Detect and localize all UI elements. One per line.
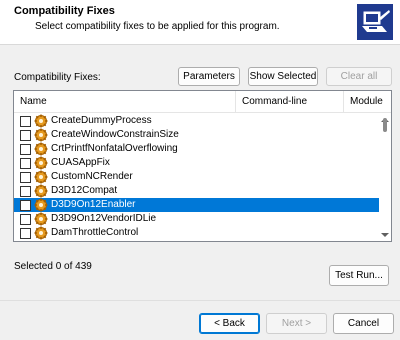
list-row[interactable]: D3D12Compat bbox=[14, 184, 379, 198]
row-name: CreateWindowConstrainSize bbox=[51, 129, 179, 140]
row-name: DamThrottleControl bbox=[51, 227, 139, 238]
list-header: Name Command-line Module bbox=[14, 91, 391, 113]
row-name: D3D9On12Enabler bbox=[51, 199, 136, 210]
compatibility-fixes-label: Compatibility Fixes: bbox=[14, 72, 101, 83]
compat-fix-gear-icon bbox=[34, 156, 48, 170]
row-checkbox[interactable] bbox=[20, 143, 31, 155]
list-row[interactable]: CreateWindowConstrainSize bbox=[14, 128, 379, 142]
column-header-name[interactable]: Name bbox=[14, 91, 236, 113]
parameters-button[interactable]: Parameters bbox=[178, 67, 240, 86]
compat-fix-gear-icon bbox=[34, 198, 48, 212]
row-name: D3D9On12VendorIDLie bbox=[51, 213, 157, 224]
compat-fix-gear-icon bbox=[34, 142, 48, 156]
column-header-module[interactable]: Module bbox=[344, 91, 391, 113]
list-row[interactable]: CreateDummyProcess bbox=[14, 114, 379, 128]
compat-fix-gear-icon bbox=[34, 184, 48, 198]
list-row[interactable]: CustomNCRender bbox=[14, 170, 379, 184]
row-checkbox[interactable] bbox=[20, 115, 31, 127]
page-title: Compatibility Fixes bbox=[14, 5, 115, 17]
footer-divider bbox=[0, 300, 400, 301]
list-rows: CreateDummyProcess CreateWindowConstrainS… bbox=[14, 114, 379, 240]
row-checkbox[interactable] bbox=[20, 227, 31, 239]
row-checkbox[interactable] bbox=[20, 213, 31, 225]
row-name: CUASAppFix bbox=[51, 157, 110, 168]
compat-fix-gear-icon bbox=[34, 170, 48, 184]
cancel-button[interactable]: Cancel bbox=[333, 313, 394, 334]
list-row[interactable]: CrtPrintfNonfatalOverflowing bbox=[14, 142, 379, 156]
compat-fix-gear-icon bbox=[34, 128, 48, 142]
row-name: CreateDummyProcess bbox=[51, 115, 152, 126]
compat-fix-gear-icon bbox=[34, 114, 48, 128]
show-selected-button[interactable]: Show Selected bbox=[248, 67, 318, 86]
selected-count-text: Selected 0 of 439 bbox=[14, 261, 92, 272]
compatibility-fixes-list[interactable]: Name Command-line Module CreateDummyProc… bbox=[13, 90, 392, 242]
row-checkbox[interactable] bbox=[20, 171, 31, 183]
row-checkbox[interactable] bbox=[20, 129, 31, 141]
list-row[interactable]: CUASAppFix bbox=[14, 156, 379, 170]
clear-all-button[interactable]: Clear all bbox=[326, 67, 392, 86]
list-row[interactable]: D3D9On12Enabler bbox=[14, 198, 379, 212]
compatibility-wizard-icon bbox=[357, 4, 393, 40]
row-name: CrtPrintfNonfatalOverflowing bbox=[51, 143, 178, 154]
list-row[interactable]: D3D9On12VendorIDLie bbox=[14, 212, 379, 226]
vertical-scrollbar[interactable] bbox=[379, 114, 391, 241]
scroll-down-arrow-icon[interactable] bbox=[381, 233, 389, 237]
page-subtitle: Select compatibility fixes to be applied… bbox=[35, 21, 280, 32]
compat-fix-gear-icon bbox=[34, 212, 48, 226]
row-checkbox[interactable] bbox=[20, 185, 31, 197]
back-button[interactable]: < Back bbox=[199, 313, 260, 334]
row-checkbox[interactable] bbox=[20, 157, 31, 169]
row-name: D3D12Compat bbox=[51, 185, 118, 196]
row-name: CustomNCRender bbox=[51, 171, 133, 182]
compat-fix-gear-icon bbox=[34, 226, 48, 240]
list-row[interactable]: DamThrottleControl bbox=[14, 226, 379, 240]
column-header-command-line[interactable]: Command-line bbox=[236, 91, 344, 113]
scroll-thumb[interactable] bbox=[383, 118, 387, 132]
row-checkbox[interactable] bbox=[20, 199, 31, 211]
wizard-header: Compatibility Fixes Select compatibility… bbox=[0, 0, 400, 45]
test-run-button[interactable]: Test Run... bbox=[329, 265, 389, 286]
next-button[interactable]: Next > bbox=[266, 313, 327, 334]
